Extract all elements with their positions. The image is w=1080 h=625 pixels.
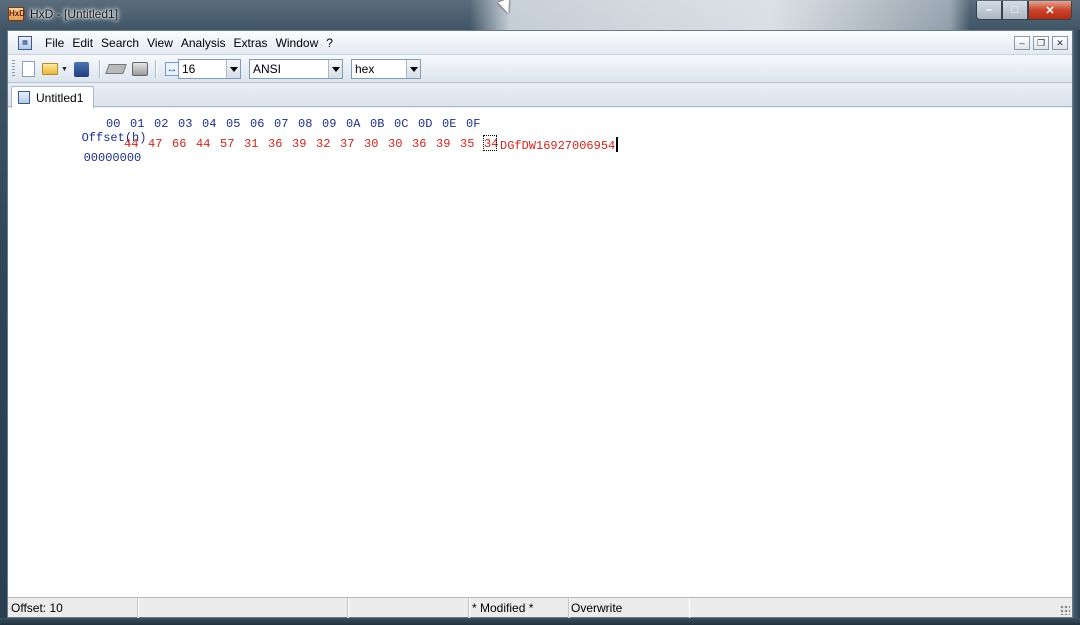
menu-analysis[interactable]: Analysis bbox=[177, 36, 230, 50]
client-area: ▦ File Edit Search View Analysis Extras … bbox=[7, 30, 1073, 618]
offset-base-value: hex bbox=[355, 62, 375, 76]
hex-row: 00000000 44 47 66 44 57 31 36 39 32 37 30 30 36 39 35 3… bbox=[26, 137, 499, 193]
hex-editor-view[interactable]: Offset(h) 00 01 02 03 04 05 06 07 08 09 0A 0B 0C 0D 0E… bbox=[8, 108, 1072, 597]
status-empty-panel bbox=[138, 598, 348, 618]
cursor-position-box[interactable] bbox=[483, 135, 497, 151]
charset-select[interactable]: ANSI bbox=[249, 59, 343, 79]
maximize-button[interactable]: □ bbox=[1002, 1, 1028, 20]
document-close-button[interactable]: ✕ bbox=[1052, 36, 1068, 50]
column-header: 0E bbox=[442, 117, 457, 131]
toolbar-separator bbox=[155, 60, 156, 78]
ascii-text: DGfDW16927006954 bbox=[500, 139, 616, 153]
charset-value: ANSI bbox=[253, 62, 282, 76]
column-header: 01 bbox=[130, 117, 145, 131]
chevron-down-icon[interactable] bbox=[328, 60, 342, 78]
open-ram-icon[interactable] bbox=[106, 59, 126, 79]
chevron-down-icon[interactable] bbox=[406, 60, 420, 78]
offset-base-select[interactable]: hex bbox=[351, 59, 421, 79]
ascii-column[interactable]: DGfDW16927006954 bbox=[500, 137, 619, 153]
app-window: HxD HxD - [Untitled1] – □ ✕ ▦ File Edit … bbox=[0, 0, 1080, 625]
hex-byte[interactable]: 39 bbox=[436, 137, 460, 151]
column-header: 09 bbox=[322, 117, 337, 131]
hxd-app-icon[interactable]: HxD bbox=[8, 7, 25, 21]
close-button[interactable]: ✕ bbox=[1028, 1, 1072, 20]
hex-byte[interactable]: 36 bbox=[268, 137, 292, 151]
hex-byte[interactable]: 31 bbox=[244, 137, 268, 151]
hex-byte[interactable]: 44 bbox=[196, 137, 220, 151]
tab-untitled1[interactable]: Untitled1 bbox=[11, 86, 94, 108]
hex-byte[interactable]: 37 bbox=[340, 137, 364, 151]
status-mode[interactable]: Overwrite bbox=[569, 598, 689, 618]
menu-window[interactable]: Window bbox=[272, 36, 323, 50]
hex-byte[interactable]: 47 bbox=[148, 137, 172, 151]
column-header: 06 bbox=[250, 117, 265, 131]
document-window-controls: – ❐ ✕ bbox=[1014, 36, 1068, 50]
column-header: 0C bbox=[394, 117, 409, 131]
column-header: 0F bbox=[466, 117, 481, 131]
menu-file[interactable]: File bbox=[41, 36, 68, 50]
column-header: 05 bbox=[226, 117, 241, 131]
document-minimize-button[interactable]: – bbox=[1014, 36, 1030, 50]
save-icon[interactable] bbox=[72, 59, 90, 79]
status-bar: Offset: 10 * Modified * Overwrite bbox=[8, 597, 1072, 618]
open-file-icon[interactable]: ▼ bbox=[40, 59, 70, 79]
window-controls: – □ ✕ bbox=[976, 1, 1072, 21]
toolbar: ▼ 16 ANSI hex bbox=[8, 55, 1072, 83]
column-header: 0A bbox=[346, 117, 361, 131]
column-header: 04 bbox=[202, 117, 217, 131]
bytes-per-row-value: 16 bbox=[182, 62, 196, 76]
window-frame-right bbox=[1073, 30, 1080, 625]
document-restore-button[interactable]: ❐ bbox=[1033, 36, 1049, 50]
column-header: 02 bbox=[154, 117, 169, 131]
minimize-button[interactable]: – bbox=[976, 1, 1002, 20]
window-frame-bottom bbox=[0, 618, 1080, 625]
tab-label: Untitled1 bbox=[36, 90, 84, 105]
hex-byte[interactable]: 39 bbox=[292, 137, 316, 151]
menu-bar: ▦ File Edit Search View Analysis Extras … bbox=[8, 31, 1072, 55]
menu-edit[interactable]: Edit bbox=[68, 36, 97, 50]
hex-byte[interactable]: 36 bbox=[412, 137, 436, 151]
column-header: 08 bbox=[298, 117, 313, 131]
column-header: 07 bbox=[274, 117, 289, 131]
status-modified: * Modified * bbox=[469, 598, 569, 618]
menu-search[interactable]: Search bbox=[97, 36, 143, 50]
column-header: 00 bbox=[106, 117, 121, 131]
row-offset: 00000000 bbox=[83, 151, 142, 165]
hex-byte[interactable]: 66 bbox=[172, 137, 196, 151]
hex-byte[interactable]: 57 bbox=[220, 137, 244, 151]
chevron-down-icon[interactable] bbox=[226, 60, 240, 78]
title-bar[interactable]: HxD HxD - [Untitled1] – □ ✕ bbox=[0, 0, 1080, 30]
menu-extras[interactable]: Extras bbox=[230, 36, 272, 50]
column-header: 0D bbox=[418, 117, 433, 131]
hex-byte[interactable]: 32 bbox=[316, 137, 340, 151]
new-file-icon[interactable] bbox=[20, 59, 36, 79]
document-system-menu-icon[interactable]: ▦ bbox=[18, 35, 32, 50]
status-empty-panel bbox=[348, 598, 469, 618]
column-header: 03 bbox=[178, 117, 193, 131]
hex-document-icon bbox=[18, 91, 30, 104]
bytes-per-row-select[interactable]: 16 bbox=[178, 59, 241, 79]
column-header: 0B bbox=[370, 117, 385, 131]
column-headers: 00 01 02 03 04 05 06 07 08 09 0A 0B 0C 0D 0E 0F bbox=[106, 117, 490, 131]
open-disk-icon[interactable] bbox=[130, 59, 150, 79]
hex-byte[interactable]: 30 bbox=[388, 137, 412, 151]
menu-view[interactable]: View bbox=[143, 36, 177, 50]
background-window-blur bbox=[470, 0, 970, 30]
window-title: HxD - [Untitled1] bbox=[30, 7, 119, 21]
row-bytes[interactable]: 44 47 66 44 57 31 36 39 32 37 30 30 36 39 35 34 bbox=[124, 137, 508, 151]
document-tabs: Untitled1 bbox=[8, 83, 1072, 108]
hex-byte[interactable]: 35 bbox=[460, 137, 484, 151]
toolbar-grip[interactable] bbox=[12, 60, 15, 78]
text-caret bbox=[616, 137, 619, 152]
hex-byte[interactable]: 44 bbox=[124, 137, 148, 151]
resize-grip-icon[interactable] bbox=[1060, 605, 1070, 615]
menu-help[interactable]: ? bbox=[322, 36, 337, 50]
hex-byte[interactable]: 30 bbox=[364, 137, 388, 151]
status-offset: Offset: 10 bbox=[8, 598, 138, 618]
toolbar-separator bbox=[99, 60, 100, 78]
